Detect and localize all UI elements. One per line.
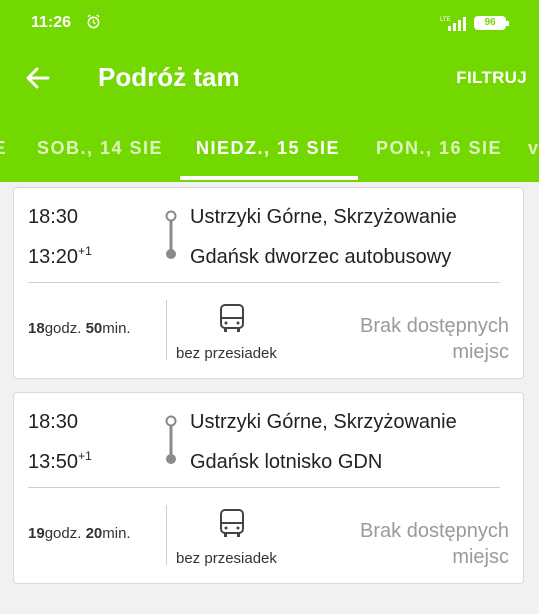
route-line-icon [165,415,177,464]
active-tab-indicator [180,176,358,180]
tab-sat-14[interactable]: SOB., 14 SIE [37,138,163,159]
app-bar: Podróż tam FILTRUJ [0,46,539,110]
destination-stop: Gdańsk lotnisko GDN [190,451,383,473]
filter-button[interactable]: FILTRUJ [456,68,527,88]
arrival-time: 13:20+1 [28,244,92,268]
origin-stop: Ustrzyki Górne, Skrzyżowanie [190,411,457,433]
divider [28,282,500,283]
tab-previous-partial[interactable]: Ξ [0,138,7,159]
signal-icon: LTE [440,17,466,31]
arrival-time: 13:50+1 [28,449,92,473]
availability-status: Brak dostępnych miejsc [360,315,509,363]
top-app-bar: 11:26 LTE 96 Podróż tam FILTRUJ Ξ SOB., … [0,0,539,182]
alarm-icon [87,14,100,29]
trip-card[interactable]: 18:30 13:20+1 Ustrzyki Górne, Skrzyżowan… [13,187,524,379]
page-title: Podróż tam [98,62,240,92]
transfers-label: bez przesiadek [176,550,277,567]
trip-duration: 19godz. 20min. [28,525,131,542]
divider-vertical [166,300,167,360]
day-offset: +1 [78,449,92,463]
divider-vertical [166,505,167,565]
back-arrow-icon[interactable] [24,64,52,92]
route-line-icon [165,210,177,259]
status-bar: 11:26 LTE 96 [0,0,539,46]
origin-stop: Ustrzyki Górne, Skrzyżowanie [190,206,457,228]
departure-time: 18:30 [28,206,79,228]
destination-stop: Gdańsk dworzec autobusowy [190,246,452,268]
bus-icon [220,509,244,537]
status-time: 11:26 [31,14,72,31]
day-offset: +1 [78,244,92,258]
transfers-label: bez przesiadek [176,345,277,362]
availability-status: Brak dostępnych miejsc [360,520,509,568]
trip-card[interactable]: 18:30 13:50+1 Ustrzyki Górne, Skrzyżowan… [13,392,524,584]
tab-mon-16[interactable]: PON., 16 SIE [376,138,502,159]
date-tabs: Ξ SOB., 14 SIE NIEDZ., 15 SIE PON., 16 S… [0,128,539,182]
trip-duration: 18godz. 50min. [28,320,131,337]
battery-icon: 96 [474,16,509,30]
departure-time: 18:30 [28,411,79,433]
divider [28,487,500,488]
tab-next-partial[interactable]: v [528,138,539,159]
battery-level: 96 [484,17,496,28]
tab-sun-15[interactable]: NIEDZ., 15 SIE [196,138,340,159]
bus-icon [220,304,244,332]
network-label: LTE [440,17,451,23]
